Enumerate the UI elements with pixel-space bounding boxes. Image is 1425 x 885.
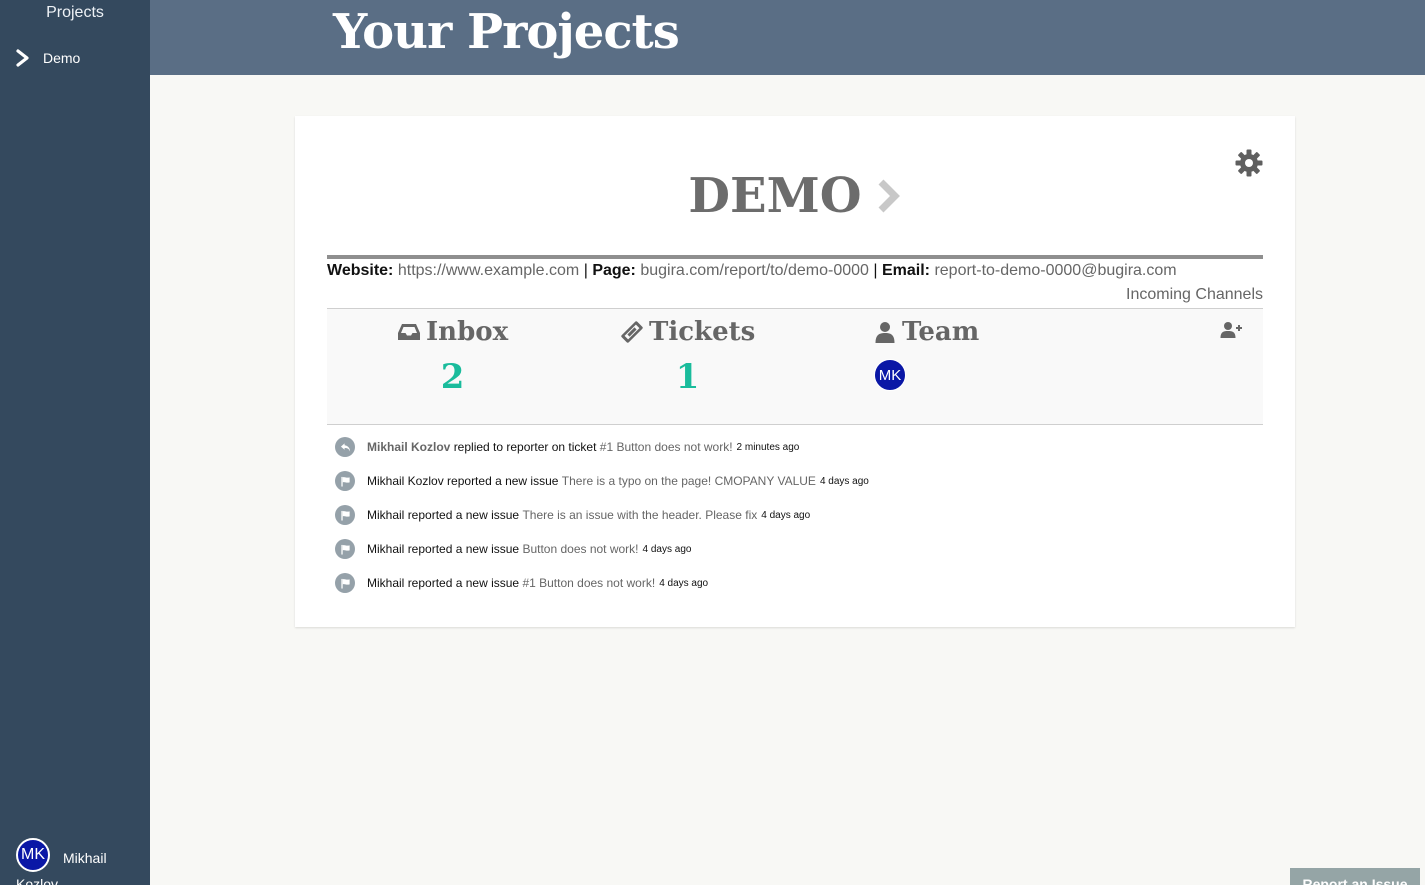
flag-icon bbox=[335, 505, 355, 525]
page-title: Your Projects bbox=[333, 4, 680, 60]
activity-action: reported a new issue bbox=[407, 508, 520, 522]
tickets-stat: Tickets 1 bbox=[620, 317, 755, 397]
activity-actor: Mikhail Kozlov bbox=[367, 440, 451, 454]
ticket-icon bbox=[621, 321, 643, 343]
activity-target-link[interactable]: There is a typo on the page! CMOPANY VAL… bbox=[562, 474, 816, 488]
project-card: DEMO Website: https://www.example.com | … bbox=[295, 116, 1295, 627]
project-stats: Inbox 2 Tickets 1 Team MK bbox=[327, 308, 1263, 425]
page-label: Page: bbox=[592, 262, 636, 279]
inbox-count[interactable]: 2 bbox=[441, 357, 465, 397]
activity-time: 4 days ago bbox=[761, 509, 811, 521]
activity-target-link[interactable]: There is an issue with the header. Pleas… bbox=[522, 508, 757, 522]
activity-action: reported a new issue bbox=[447, 474, 559, 488]
sidebar-item-demo[interactable]: Demo bbox=[16, 46, 80, 70]
sidebar: Projects Demo MK Mikhail Kozlov bbox=[0, 0, 150, 885]
tickets-label: Tickets bbox=[649, 317, 756, 347]
project-title[interactable]: DEMO bbox=[295, 168, 1295, 224]
user-icon bbox=[875, 322, 895, 343]
email-label: Email: bbox=[881, 262, 930, 279]
activity-feed: Mikhail Kozlov replied to reporter on ti… bbox=[335, 430, 1255, 600]
website-label: Website: bbox=[327, 262, 394, 279]
activity-target-link[interactable]: Button does not work! bbox=[522, 542, 638, 556]
list-item: Mikhail reported a new issue #1 Button d… bbox=[335, 566, 1255, 600]
tickets-link[interactable]: Tickets bbox=[620, 317, 755, 347]
flag-icon bbox=[335, 539, 355, 559]
report-issue-button[interactable]: Report an Issue bbox=[1290, 868, 1420, 885]
activity-action: reported a new issue bbox=[407, 542, 520, 556]
incoming-channels-link[interactable]: Incoming Channels bbox=[1126, 286, 1263, 304]
activity-target-link[interactable]: #1 Button does not work! bbox=[600, 440, 733, 454]
activity-target-link[interactable]: #1 Button does not work! bbox=[522, 576, 655, 590]
page-value[interactable]: bugira.com/report/to/demo-0000 bbox=[640, 262, 869, 279]
inbox-icon bbox=[398, 324, 420, 340]
email-value[interactable]: report-to-demo-0000@bugira.com bbox=[934, 262, 1176, 279]
team-link[interactable]: Team bbox=[873, 317, 979, 347]
tickets-count[interactable]: 1 bbox=[676, 357, 700, 397]
activity-action: replied to reporter on ticket bbox=[453, 440, 597, 454]
user-name: Mikhail Kozlov bbox=[16, 850, 107, 885]
avatar[interactable]: MK bbox=[874, 359, 906, 391]
team-label: Team bbox=[902, 317, 980, 347]
separator: | bbox=[873, 262, 878, 279]
activity-time: 2 minutes ago bbox=[736, 441, 800, 453]
sidebar-item-label: Demo bbox=[43, 50, 81, 66]
list-item: Mikhail reported a new issue Button does… bbox=[335, 532, 1255, 566]
top-header: Your Projects bbox=[150, 0, 1425, 75]
activity-time: 4 days ago bbox=[642, 543, 692, 555]
activity-actor: Mikhail bbox=[367, 508, 405, 522]
team-stat: Team MK bbox=[873, 317, 979, 391]
activity-actor: Mikhail bbox=[367, 542, 405, 556]
chevron-right-icon[interactable] bbox=[876, 178, 902, 214]
list-item: Mikhail reported a new issue There is an… bbox=[335, 498, 1255, 532]
website-value[interactable]: https://www.example.com bbox=[398, 262, 579, 279]
flag-icon bbox=[335, 471, 355, 491]
activity-action: reported a new issue bbox=[407, 576, 520, 590]
flag-icon bbox=[335, 573, 355, 593]
chevron-right-icon bbox=[16, 49, 29, 67]
sidebar-heading[interactable]: Projects bbox=[0, 4, 150, 22]
activity-time: 4 days ago bbox=[819, 475, 869, 487]
activity-actor: Mikhail Kozlov bbox=[367, 474, 444, 488]
list-item: Mikhail Kozlov replied to reporter on ti… bbox=[335, 430, 1255, 464]
project-info: Website: https://www.example.com | Page:… bbox=[327, 262, 1177, 280]
inbox-label: Inbox bbox=[426, 317, 509, 347]
activity-time: 4 days ago bbox=[659, 577, 709, 589]
reply-icon bbox=[335, 437, 355, 457]
add-user-icon[interactable] bbox=[1220, 321, 1242, 339]
divider bbox=[327, 255, 1263, 259]
project-name[interactable]: DEMO bbox=[688, 168, 861, 224]
inbox-link[interactable]: Inbox bbox=[397, 317, 508, 347]
activity-actor: Mikhail bbox=[367, 576, 405, 590]
separator: | bbox=[583, 262, 588, 279]
list-item: Mikhail Kozlov reported a new issue Ther… bbox=[335, 464, 1255, 498]
inbox-stat: Inbox 2 bbox=[397, 317, 508, 397]
